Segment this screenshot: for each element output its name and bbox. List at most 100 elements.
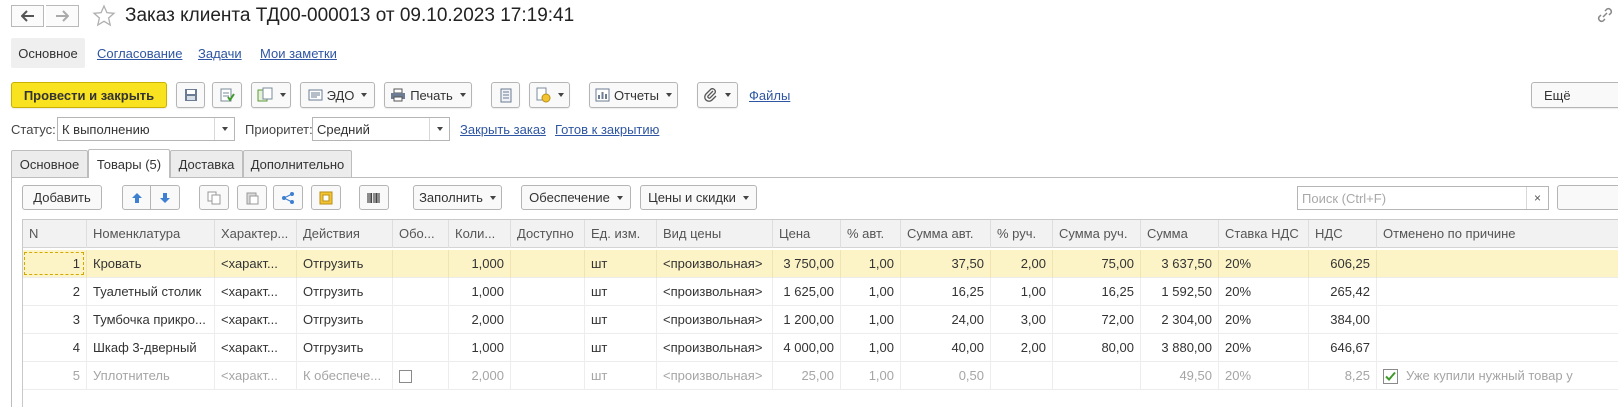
column-header[interactable]: НДС — [1309, 220, 1377, 248]
cell-cancel-reason[interactable] — [1377, 306, 1618, 334]
attachments-button[interactable] — [697, 82, 738, 108]
cell-characteristic[interactable]: <характ... — [215, 362, 297, 390]
cell-separate[interactable] — [393, 278, 449, 306]
column-header[interactable]: Доступно — [511, 220, 585, 248]
cell-price[interactable]: 4 000,00 — [773, 334, 841, 362]
cell-cancel-reason[interactable] — [1377, 278, 1618, 306]
cell-auto-percent[interactable]: 1,00 — [841, 334, 901, 362]
column-header[interactable]: Обо... — [393, 220, 449, 248]
cell-available[interactable] — [511, 334, 585, 362]
print-button[interactable]: Печать — [384, 82, 472, 108]
column-header[interactable]: Ед. изм. — [585, 220, 657, 248]
cell-sum[interactable]: 2 304,00 — [1141, 306, 1219, 334]
cell-quantity[interactable]: 2,000 — [449, 362, 511, 390]
tab-goods[interactable]: Товары (5) — [88, 149, 170, 178]
cell-unit[interactable]: шт — [585, 306, 657, 334]
move-down-button[interactable] — [150, 185, 180, 210]
cell-vat-rate[interactable]: 20% — [1219, 362, 1309, 390]
cell-unit[interactable]: шт — [585, 362, 657, 390]
tab-additional[interactable]: Дополнительно — [243, 150, 352, 177]
cell-price[interactable]: 25,00 — [773, 362, 841, 390]
files-link[interactable]: Файлы — [749, 88, 790, 103]
cell-available[interactable] — [511, 250, 585, 278]
column-header[interactable]: Действия — [297, 220, 393, 248]
cell-unit[interactable]: шт — [585, 278, 657, 306]
column-header[interactable]: Сумма руч. — [1053, 220, 1141, 248]
cell-price-type[interactable]: <произвольная> — [657, 334, 773, 362]
cell-auto-percent[interactable]: 1,00 — [841, 306, 901, 334]
cell-quantity[interactable]: 1,000 — [449, 278, 511, 306]
cell-nomenclature[interactable]: Кровать — [87, 250, 215, 278]
barcode-button[interactable] — [359, 185, 389, 210]
search-field[interactable]: × — [1297, 186, 1549, 210]
cell-auto-sum[interactable]: 40,00 — [901, 334, 991, 362]
reports-button[interactable]: Отчеты — [589, 82, 678, 108]
column-header[interactable]: Цена — [773, 220, 841, 248]
cell-vat[interactable]: 8,25 — [1309, 362, 1377, 390]
cell-separate[interactable] — [393, 306, 449, 334]
cell-characteristic[interactable]: <характ... — [215, 334, 297, 362]
cell-manual-sum[interactable]: 72,00 — [1053, 306, 1141, 334]
cell-auto-sum[interactable]: 0,50 — [901, 362, 991, 390]
back-button[interactable] — [11, 5, 44, 27]
cell-manual-percent[interactable]: 2,00 — [991, 334, 1053, 362]
cell-number[interactable]: 2 — [23, 278, 87, 306]
paste-rows-button[interactable] — [237, 185, 267, 210]
column-header[interactable]: Ставка НДС — [1219, 220, 1309, 248]
close-order-link[interactable]: Закрыть заказ — [460, 122, 546, 137]
cell-manual-sum[interactable]: 75,00 — [1053, 250, 1141, 278]
cell-vat[interactable]: 606,25 — [1309, 250, 1377, 278]
cell-auto-sum[interactable]: 24,00 — [901, 306, 991, 334]
section-tab-approval[interactable]: Согласование — [97, 46, 182, 61]
table-row[interactable]: 3 Тумбочка прикро... <характ... Отгрузит… — [23, 306, 1618, 334]
cell-characteristic[interactable]: <характ... — [215, 250, 297, 278]
cell-auto-sum[interactable]: 16,25 — [901, 278, 991, 306]
cell-price[interactable]: 3 750,00 — [773, 250, 841, 278]
cell-price-type[interactable]: <произвольная> — [657, 362, 773, 390]
cell-price-type[interactable]: <произвольная> — [657, 278, 773, 306]
column-header[interactable]: N — [23, 220, 87, 248]
cell-number[interactable]: 1 — [23, 250, 87, 278]
more-button[interactable]: Ещё — [1531, 82, 1618, 108]
cell-nomenclature[interactable]: Тумбочка прикро... — [87, 306, 215, 334]
cell-price-type[interactable]: <произвольная> — [657, 306, 773, 334]
save-button[interactable] — [176, 82, 205, 108]
cell-price-type[interactable]: <произвольная> — [657, 250, 773, 278]
search-input[interactable] — [1298, 187, 1526, 209]
cell-auto-percent[interactable]: 1,00 — [841, 362, 901, 390]
document-structure-button[interactable] — [491, 82, 520, 108]
create-based-on-button[interactable] — [251, 82, 291, 108]
cell-action[interactable]: Отгрузить — [297, 250, 393, 278]
table-row[interactable]: 1 Кровать <характ... Отгрузить 1,000 шт … — [23, 250, 1618, 278]
column-header[interactable]: Отменено по причине — [1377, 220, 1618, 248]
cell-manual-percent[interactable]: 2,00 — [991, 250, 1053, 278]
select-button[interactable] — [311, 185, 341, 210]
supply-button[interactable]: Обеспечение — [521, 185, 631, 210]
column-header[interactable]: % руч. — [991, 220, 1053, 248]
cell-number[interactable]: 5 — [23, 362, 87, 390]
cell-action[interactable]: Отгрузить — [297, 278, 393, 306]
chevron-down-icon[interactable] — [429, 118, 449, 140]
cell-manual-sum[interactable] — [1053, 362, 1141, 390]
separate-checkbox[interactable] — [399, 370, 412, 384]
section-tab-tasks[interactable]: Задачи — [198, 46, 242, 61]
tab-delivery[interactable]: Доставка — [170, 150, 243, 177]
cell-cancel-reason[interactable] — [1377, 334, 1618, 362]
chevron-down-icon[interactable] — [214, 118, 234, 140]
cell-sum[interactable]: 49,50 — [1141, 362, 1219, 390]
cell-nomenclature[interactable]: Уплотнитель — [87, 362, 215, 390]
checkbox-checked-icon[interactable] — [1383, 368, 1398, 384]
cell-manual-percent[interactable]: 1,00 — [991, 278, 1053, 306]
tab-main[interactable]: Основное — [11, 150, 88, 177]
cell-separate[interactable] — [393, 334, 449, 362]
table-row[interactable]: 5 Уплотнитель <характ... К обеспече... 2… — [23, 362, 1618, 390]
cell-available[interactable] — [511, 278, 585, 306]
cell-quantity[interactable]: 2,000 — [449, 306, 511, 334]
column-header[interactable]: Номенклатура — [87, 220, 215, 248]
prices-discounts-button[interactable]: Цены и скидки — [640, 185, 757, 210]
post-button[interactable] — [212, 82, 242, 108]
cell-sum[interactable]: 1 592,50 — [1141, 278, 1219, 306]
cell-vat[interactable]: 384,00 — [1309, 306, 1377, 334]
cell-price[interactable]: 1 200,00 — [773, 306, 841, 334]
move-up-button[interactable] — [122, 185, 151, 210]
